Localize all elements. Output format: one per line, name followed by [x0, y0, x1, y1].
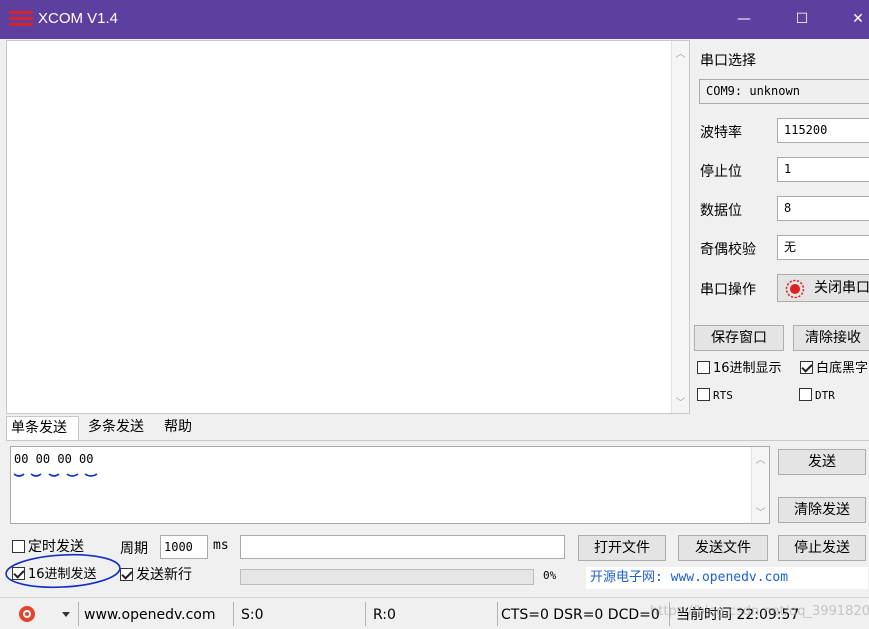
- send-input[interactable]: 00 00 00 00 ︿ ﹀: [10, 446, 770, 524]
- parity-select[interactable]: 无: [777, 235, 869, 260]
- save-window-button[interactable]: 保存窗口: [694, 325, 784, 351]
- scroll-down-icon[interactable]: ﹀: [672, 394, 689, 409]
- rts-label: RTS: [713, 389, 733, 402]
- send-scrollbar[interactable]: ︿ ﹀: [751, 447, 769, 523]
- rts-checkbox[interactable]: RTS: [697, 387, 733, 405]
- port-status-icon: [785, 279, 805, 299]
- receive-scrollbar[interactable]: ︿ ﹀: [671, 41, 689, 413]
- close-port-label: 关闭串口: [814, 280, 869, 296]
- timed-send-label: 定时发送: [28, 539, 84, 555]
- app-logo-icon: [9, 10, 33, 28]
- timed-send-checkbox[interactable]: 定时发送: [12, 538, 84, 556]
- minimize-icon[interactable]: —: [722, 0, 766, 39]
- send-file-button[interactable]: 发送文件: [678, 535, 768, 561]
- window-title: XCOM V1.4: [38, 10, 119, 27]
- status-sent: S:0: [241, 607, 264, 623]
- period-input[interactable]: 1000: [160, 535, 208, 559]
- send-scroll-down-icon[interactable]: ﹀: [752, 504, 769, 519]
- open-file-button[interactable]: 打开文件: [578, 535, 666, 561]
- stopbits-select[interactable]: 1: [777, 157, 869, 182]
- status-signals: CTS=0 DSR=0 DCD=0: [501, 607, 660, 623]
- port-select-label: 串口选择: [700, 53, 756, 69]
- close-port-button[interactable]: 关闭串口: [777, 274, 869, 302]
- databits-select[interactable]: 8: [777, 196, 869, 221]
- hex-send-checkbox[interactable]: 16进制发送: [12, 566, 97, 584]
- stop-send-button[interactable]: 停止发送: [778, 535, 866, 561]
- send-scroll-up-icon[interactable]: ︿: [752, 451, 769, 466]
- databits-label: 数据位: [700, 203, 742, 219]
- status-divider: [233, 602, 234, 626]
- send-button[interactable]: 发送: [778, 449, 866, 475]
- site-hint: 开源电子网: www.openedv.com: [586, 567, 868, 589]
- hex-display-label: 16进制显示: [713, 361, 782, 376]
- parity-label: 奇偶校验: [700, 242, 756, 258]
- status-divider: [497, 602, 498, 626]
- clear-receive-button[interactable]: 清除接收: [793, 325, 869, 351]
- progress-percent: 0%: [543, 569, 557, 582]
- dropdown-icon[interactable]: [62, 612, 70, 617]
- record-icon[interactable]: [19, 606, 35, 622]
- clear-send-button[interactable]: 清除发送: [778, 497, 866, 523]
- white-black-label: 白底黑字: [816, 361, 869, 376]
- hex-send-label: 16进制发送: [28, 567, 97, 582]
- baud-label: 波特率: [700, 125, 742, 141]
- dtr-label: DTR: [815, 389, 835, 402]
- hex-display-checkbox[interactable]: 16进制显示: [697, 360, 782, 378]
- send-newline-checkbox[interactable]: 发送新行: [120, 566, 192, 584]
- send-newline-box[interactable]: [120, 568, 133, 581]
- white-black-checkbox[interactable]: 白底黑字: [800, 360, 868, 378]
- file-path-input[interactable]: [240, 535, 565, 559]
- receive-area[interactable]: ︿ ﹀: [6, 40, 690, 414]
- status-divider: [365, 602, 366, 626]
- status-received: R:0: [373, 607, 396, 623]
- title-bar[interactable]: XCOM V1.4 — ☐ ✕: [0, 0, 869, 39]
- hex-send-box[interactable]: [12, 567, 25, 580]
- dtr-box[interactable]: [799, 388, 812, 401]
- send-newline-label: 发送新行: [136, 567, 192, 583]
- baud-select[interactable]: 115200: [777, 118, 869, 143]
- timed-send-box[interactable]: [12, 540, 25, 553]
- port-select[interactable]: COM9: unknown: [699, 79, 869, 104]
- stopbits-label: 停止位: [700, 164, 742, 180]
- period-label: 周期: [120, 541, 148, 557]
- xcom-window: XCOM V1.4 — ☐ ✕ ︿ ﹀ 串口选择 COM9: unknown 波…: [0, 0, 869, 629]
- hex-display-box[interactable]: [697, 361, 710, 374]
- status-divider: [78, 602, 79, 626]
- dtr-checkbox[interactable]: DTR: [799, 387, 835, 405]
- tab-divider: [6, 440, 869, 441]
- watermark: https://blog.csdn.net/qq_39918203: [650, 604, 869, 619]
- send-text: 00 00 00 00: [14, 452, 94, 466]
- status-url[interactable]: www.openedv.com: [84, 604, 228, 626]
- tab-single-send[interactable]: 单条发送: [6, 416, 79, 441]
- port-op-label: 串口操作: [700, 282, 756, 298]
- close-icon[interactable]: ✕: [836, 0, 869, 39]
- scroll-up-icon[interactable]: ︿: [672, 45, 689, 60]
- period-unit: ms: [213, 538, 229, 553]
- white-black-box[interactable]: [800, 361, 813, 374]
- maximize-icon[interactable]: ☐: [780, 0, 824, 39]
- rts-box[interactable]: [697, 388, 710, 401]
- send-progress-bar: [240, 569, 534, 585]
- tab-help[interactable]: 帮助: [160, 416, 196, 440]
- tab-multi-send[interactable]: 多条发送: [84, 416, 148, 440]
